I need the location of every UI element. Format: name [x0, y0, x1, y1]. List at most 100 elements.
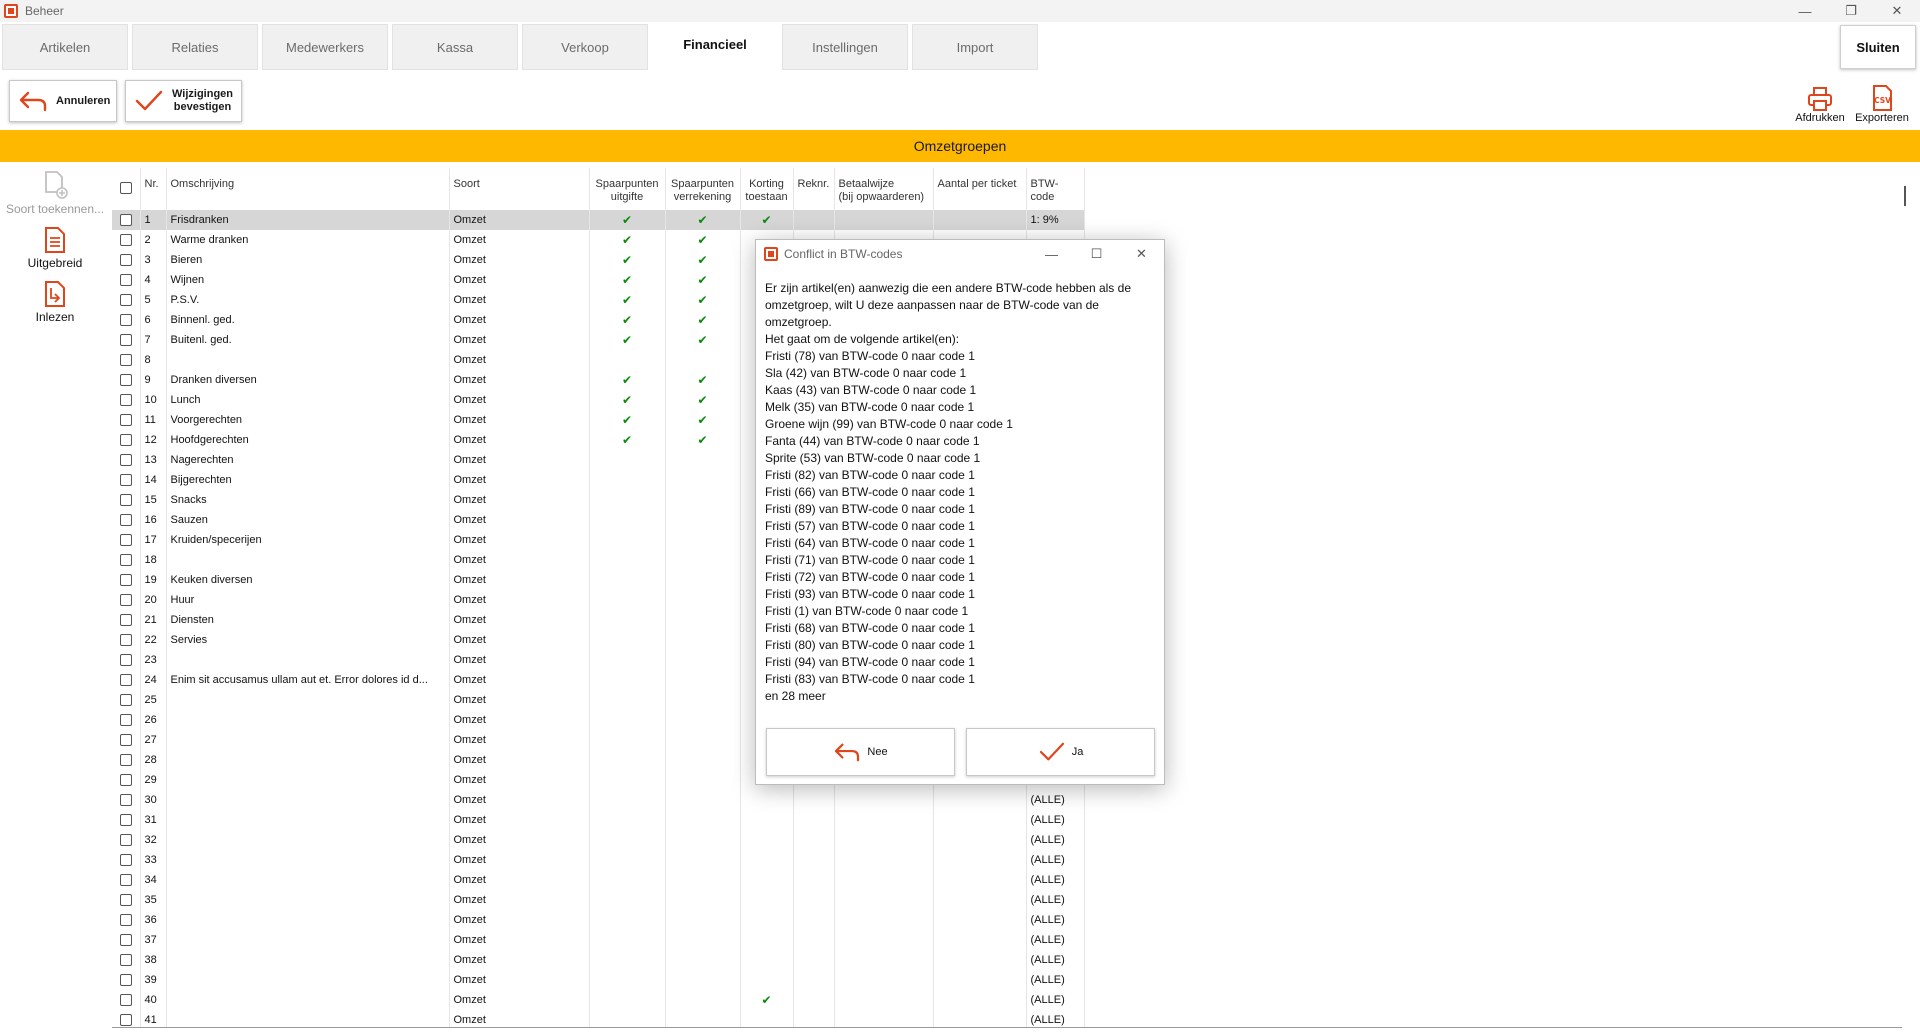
cell-nr[interactable]: 31 — [140, 810, 167, 830]
row-checkbox[interactable] — [119, 754, 132, 767]
row-checkbox[interactable] — [119, 614, 132, 627]
header-reknr[interactable]: Reknr. — [793, 168, 835, 210]
cell-omschrijving[interactable] — [166, 690, 450, 710]
cell-omschrijving[interactable]: Wijnen — [166, 270, 450, 290]
cell-omschrijving[interactable]: Buitenl. ged. — [166, 330, 450, 350]
cell-spaarpunten-uitgifte[interactable] — [589, 450, 666, 470]
cell-soort[interactable]: Omzet — [449, 970, 590, 990]
tab-medewerkers[interactable]: Medewerkers — [262, 24, 388, 70]
cell-soort[interactable]: Omzet — [449, 470, 590, 490]
cell-spaarpunten-uitgifte[interactable]: ✔ — [589, 290, 666, 310]
cell-nr[interactable]: 10 — [140, 390, 167, 410]
table-row[interactable]: 30 Omzet (ALLE) — [112, 790, 1085, 810]
cell-nr[interactable]: 14 — [140, 470, 167, 490]
cell-aantal-per-ticket[interactable] — [933, 1010, 1027, 1028]
cell-korting-toestaan[interactable] — [740, 850, 794, 870]
cell-spaarpunten-uitgifte[interactable]: ✔ — [589, 390, 666, 410]
cell-nr[interactable]: 36 — [140, 910, 167, 930]
vertical-scrollbar[interactable] — [1904, 186, 1906, 206]
cell-spaarpunten-uitgifte[interactable] — [589, 750, 666, 770]
cell-nr[interactable]: 27 — [140, 730, 167, 750]
row-checkbox[interactable] — [119, 734, 132, 747]
cell-soort[interactable]: Omzet — [449, 250, 590, 270]
cell-spaarpunten-verrekening[interactable]: ✔ — [665, 390, 741, 410]
cell-spaarpunten-uitgifte[interactable] — [589, 790, 666, 810]
cell-spaarpunten-verrekening[interactable] — [665, 1010, 741, 1028]
cell-reknr[interactable] — [793, 850, 835, 870]
row-checkbox[interactable] — [119, 514, 132, 527]
row-checkbox[interactable] — [119, 774, 132, 787]
cell-nr[interactable]: 30 — [140, 790, 167, 810]
cell-btw-code[interactable]: (ALLE) — [1026, 790, 1085, 810]
cell-omschrijving[interactable] — [166, 770, 450, 790]
cell-soort[interactable]: Omzet — [449, 630, 590, 650]
cell-betaalwijze[interactable] — [834, 790, 934, 810]
row-checkbox[interactable] — [119, 814, 132, 827]
cell-nr[interactable]: 20 — [140, 590, 167, 610]
cell-omschrijving[interactable]: Hoofdgerechten — [166, 430, 450, 450]
cell-omschrijving[interactable] — [166, 830, 450, 850]
table-row[interactable]: 34 Omzet (ALLE) — [112, 870, 1085, 890]
select-cell[interactable] — [112, 930, 141, 950]
cell-nr[interactable]: 1 — [140, 210, 167, 230]
cell-omschrijving[interactable]: Bieren — [166, 250, 450, 270]
assign-type-button[interactable]: Soort toekennen... — [0, 170, 110, 216]
row-checkbox[interactable] — [119, 354, 132, 367]
cell-btw-code[interactable]: (ALLE) — [1026, 870, 1085, 890]
select-cell[interactable] — [112, 950, 141, 970]
cell-betaalwijze[interactable] — [834, 890, 934, 910]
cell-spaarpunten-verrekening[interactable]: ✔ — [665, 270, 741, 290]
cell-spaarpunten-verrekening[interactable] — [665, 690, 741, 710]
cell-betaalwijze[interactable] — [834, 210, 934, 230]
cell-nr[interactable]: 12 — [140, 430, 167, 450]
cell-soort[interactable]: Omzet — [449, 590, 590, 610]
header-spaarpunten-uitgifte[interactable]: Spaarpunten uitgifte — [589, 168, 666, 210]
cell-omschrijving[interactable] — [166, 990, 450, 1010]
cell-soort[interactable]: Omzet — [449, 490, 590, 510]
cell-aantal-per-ticket[interactable] — [933, 970, 1027, 990]
cell-spaarpunten-uitgifte[interactable]: ✔ — [589, 310, 666, 330]
tab-artikelen[interactable]: Artikelen — [2, 24, 128, 70]
cell-betaalwijze[interactable] — [834, 850, 934, 870]
cell-reknr[interactable] — [793, 950, 835, 970]
table-row[interactable]: 40 Omzet ✔ (ALLE) — [112, 990, 1085, 1010]
cell-aantal-per-ticket[interactable] — [933, 830, 1027, 850]
row-checkbox[interactable] — [119, 694, 132, 707]
cell-btw-code[interactable]: 1: 9% — [1026, 210, 1085, 230]
cell-soort[interactable]: Omzet — [449, 910, 590, 930]
cell-spaarpunten-verrekening[interactable] — [665, 810, 741, 830]
cell-reknr[interactable] — [793, 890, 835, 910]
cell-spaarpunten-verrekening[interactable] — [665, 610, 741, 630]
table-row[interactable]: 38 Omzet (ALLE) — [112, 950, 1085, 970]
cell-nr[interactable]: 17 — [140, 530, 167, 550]
cell-omschrijving[interactable] — [166, 870, 450, 890]
cell-nr[interactable]: 3 — [140, 250, 167, 270]
cell-soort[interactable]: Omzet — [449, 230, 590, 250]
header-omschrijving[interactable]: Omschrijving — [166, 168, 450, 210]
cell-omschrijving[interactable]: Bijgerechten — [166, 470, 450, 490]
cell-spaarpunten-verrekening[interactable] — [665, 470, 741, 490]
select-all-checkbox[interactable] — [119, 182, 132, 194]
cell-soort[interactable]: Omzet — [449, 750, 590, 770]
cell-betaalwijze[interactable] — [834, 970, 934, 990]
cell-spaarpunten-uitgifte[interactable] — [589, 1010, 666, 1028]
cell-spaarpunten-verrekening[interactable] — [665, 630, 741, 650]
cell-omschrijving[interactable] — [166, 730, 450, 750]
header-korting-toestaan[interactable]: Korting toestaan — [740, 168, 794, 210]
cell-btw-code[interactable]: (ALLE) — [1026, 990, 1085, 1010]
cell-nr[interactable]: 28 — [140, 750, 167, 770]
select-cell[interactable] — [112, 230, 141, 250]
dialog-close-icon[interactable]: ✕ — [1119, 240, 1164, 268]
cell-korting-toestaan[interactable] — [740, 890, 794, 910]
cell-spaarpunten-verrekening[interactable] — [665, 830, 741, 850]
cell-spaarpunten-verrekening[interactable] — [665, 750, 741, 770]
row-checkbox[interactable] — [119, 874, 132, 887]
cell-spaarpunten-uitgifte[interactable] — [589, 550, 666, 570]
select-cell[interactable] — [112, 810, 141, 830]
select-cell[interactable] — [112, 770, 141, 790]
cell-spaarpunten-uitgifte[interactable] — [589, 850, 666, 870]
cell-omschrijving[interactable]: Lunch — [166, 390, 450, 410]
cell-soort[interactable]: Omzet — [449, 610, 590, 630]
import-read-button[interactable]: Inlezen — [0, 280, 110, 324]
extended-button[interactable]: Uitgebreid — [0, 226, 110, 270]
